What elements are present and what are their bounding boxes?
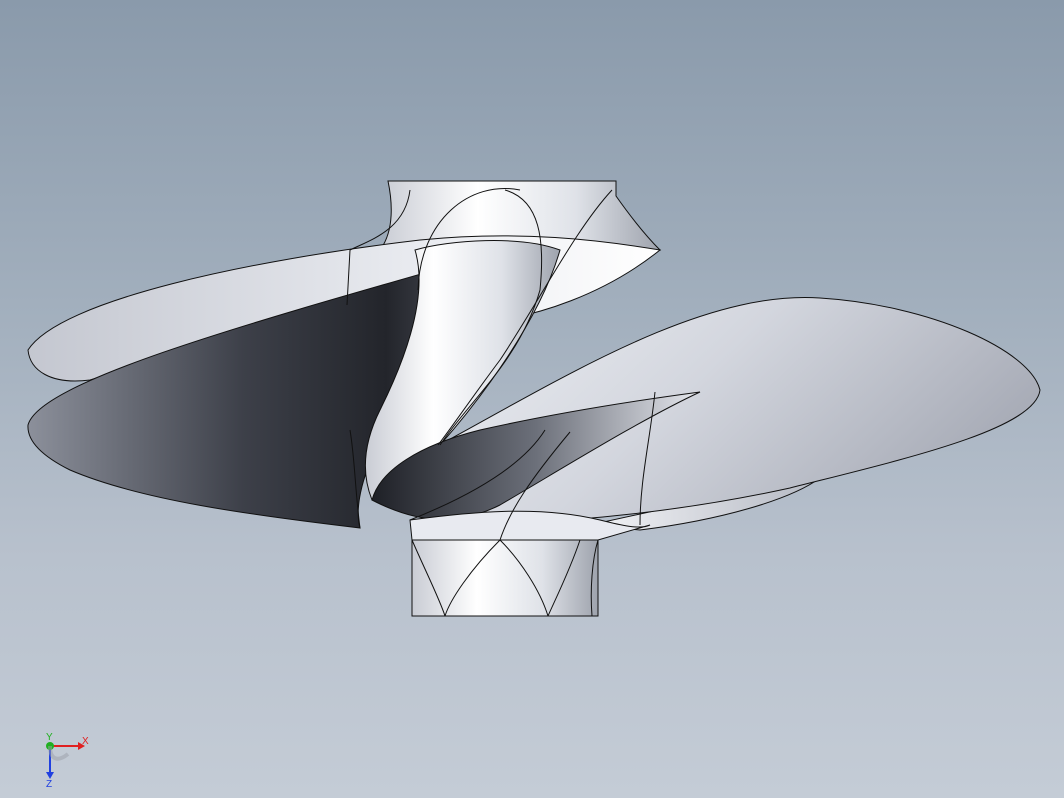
hub-bottom: [411, 539, 599, 617]
impeller-model[interactable]: [0, 0, 1064, 798]
triad-x-axis: [50, 742, 85, 750]
coordinate-triad: X Y Z: [38, 732, 98, 790]
triad-z-label: Z: [46, 779, 52, 788]
triad-x-label: X: [82, 736, 89, 747]
graphics-viewport[interactable]: X Y Z: [0, 0, 1064, 798]
triad-y-label: Y: [46, 732, 53, 743]
